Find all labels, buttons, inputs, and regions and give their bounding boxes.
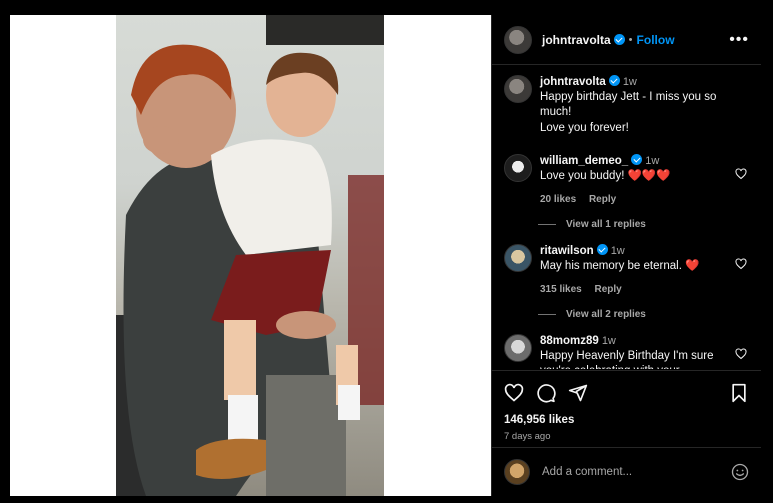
- comment-icon[interactable]: [536, 383, 556, 403]
- post-modal: johntravolta • Follow ••• johntravolta 1w…: [10, 15, 761, 496]
- commenter-username[interactable]: 88momz89: [540, 335, 599, 347]
- caption-avatar[interactable]: [504, 75, 532, 103]
- comment-meta: 315 likes Reply: [540, 282, 727, 297]
- like-heart-icon[interactable]: [504, 383, 524, 403]
- heart-icon[interactable]: [735, 168, 747, 180]
- commenter-avatar[interactable]: [504, 154, 532, 182]
- verified-badge-icon: [631, 154, 643, 165]
- viewer-avatar: [504, 459, 530, 485]
- heart-icon[interactable]: [735, 258, 747, 270]
- comment-likes[interactable]: 20 likes: [540, 194, 576, 205]
- comment-text: Happy Heavenly Birthday I'm sure you're …: [540, 350, 714, 369]
- comment-composer: Add a comment...: [492, 447, 761, 496]
- caption-text-line-2: Love you forever!: [540, 122, 629, 134]
- heart-icon[interactable]: [735, 348, 747, 360]
- post-header: johntravolta • Follow •••: [492, 15, 761, 65]
- post-actions: 146,956 likes 7 days ago: [492, 370, 761, 442]
- photo-illustration: [116, 15, 384, 496]
- view-replies-button[interactable]: View all 2 replies: [538, 309, 749, 320]
- post-side-panel: johntravolta • Follow ••• johntravolta 1w…: [491, 15, 761, 496]
- comment-text: May his memory be eternal. ❤️: [540, 260, 700, 272]
- add-comment-input[interactable]: Add a comment...: [542, 466, 731, 478]
- post-photo: [116, 15, 384, 496]
- commenter-username[interactable]: ritawilson: [540, 245, 594, 257]
- bookmark-icon[interactable]: [729, 383, 749, 403]
- comment-time[interactable]: 1w: [611, 245, 625, 257]
- caption-time[interactable]: 1w: [623, 76, 637, 88]
- comment-likes[interactable]: 315 likes: [540, 284, 582, 295]
- post-media[interactable]: [10, 15, 491, 496]
- comment-meta: 20 likes Reply: [540, 192, 727, 207]
- follow-button[interactable]: Follow: [637, 33, 675, 47]
- caption: johntravolta 1w Happy birthday Jett - I m…: [504, 75, 749, 136]
- verified-badge-icon: [596, 244, 608, 255]
- commenter-avatar[interactable]: [504, 334, 532, 362]
- reply-button[interactable]: Reply: [589, 194, 616, 205]
- verified-badge-icon: [608, 75, 620, 86]
- action-icons: [504, 381, 749, 405]
- comment-item: william_demeo_ 1w Love you buddy! ❤️❤️❤️ …: [504, 154, 749, 207]
- post-timestamp[interactable]: 7 days ago: [504, 431, 749, 442]
- comment-text: Love you buddy! ❤️❤️❤️: [540, 170, 671, 182]
- share-icon[interactable]: [568, 383, 588, 403]
- commenter-username[interactable]: william_demeo_: [540, 155, 628, 167]
- comment-item: ritawilson 1w May his memory be eternal. …: [504, 244, 749, 297]
- verified-badge-icon: [613, 34, 625, 45]
- more-options-icon[interactable]: •••: [729, 31, 749, 47]
- emoji-icon[interactable]: [731, 463, 749, 481]
- likes-count[interactable]: 146,956 likes: [504, 414, 749, 426]
- comment-time[interactable]: 1w: [645, 155, 659, 167]
- caption-username[interactable]: johntravolta: [540, 76, 606, 88]
- author-username[interactable]: johntravolta: [542, 33, 611, 47]
- separator-dot: •: [628, 33, 633, 46]
- comment-time[interactable]: 1w: [602, 335, 616, 347]
- author-avatar[interactable]: [504, 25, 532, 54]
- view-replies-button[interactable]: View all 1 replies: [538, 219, 749, 230]
- comments-list[interactable]: johntravolta 1w Happy birthday Jett - I m…: [492, 65, 761, 369]
- reply-button[interactable]: Reply: [595, 284, 622, 295]
- comment-item: 88momz89 1w Happy Heavenly Birthday I'm s…: [504, 334, 749, 369]
- commenter-avatar[interactable]: [504, 244, 532, 272]
- caption-text-line-1: Happy birthday Jett - I miss you so much…: [540, 91, 717, 118]
